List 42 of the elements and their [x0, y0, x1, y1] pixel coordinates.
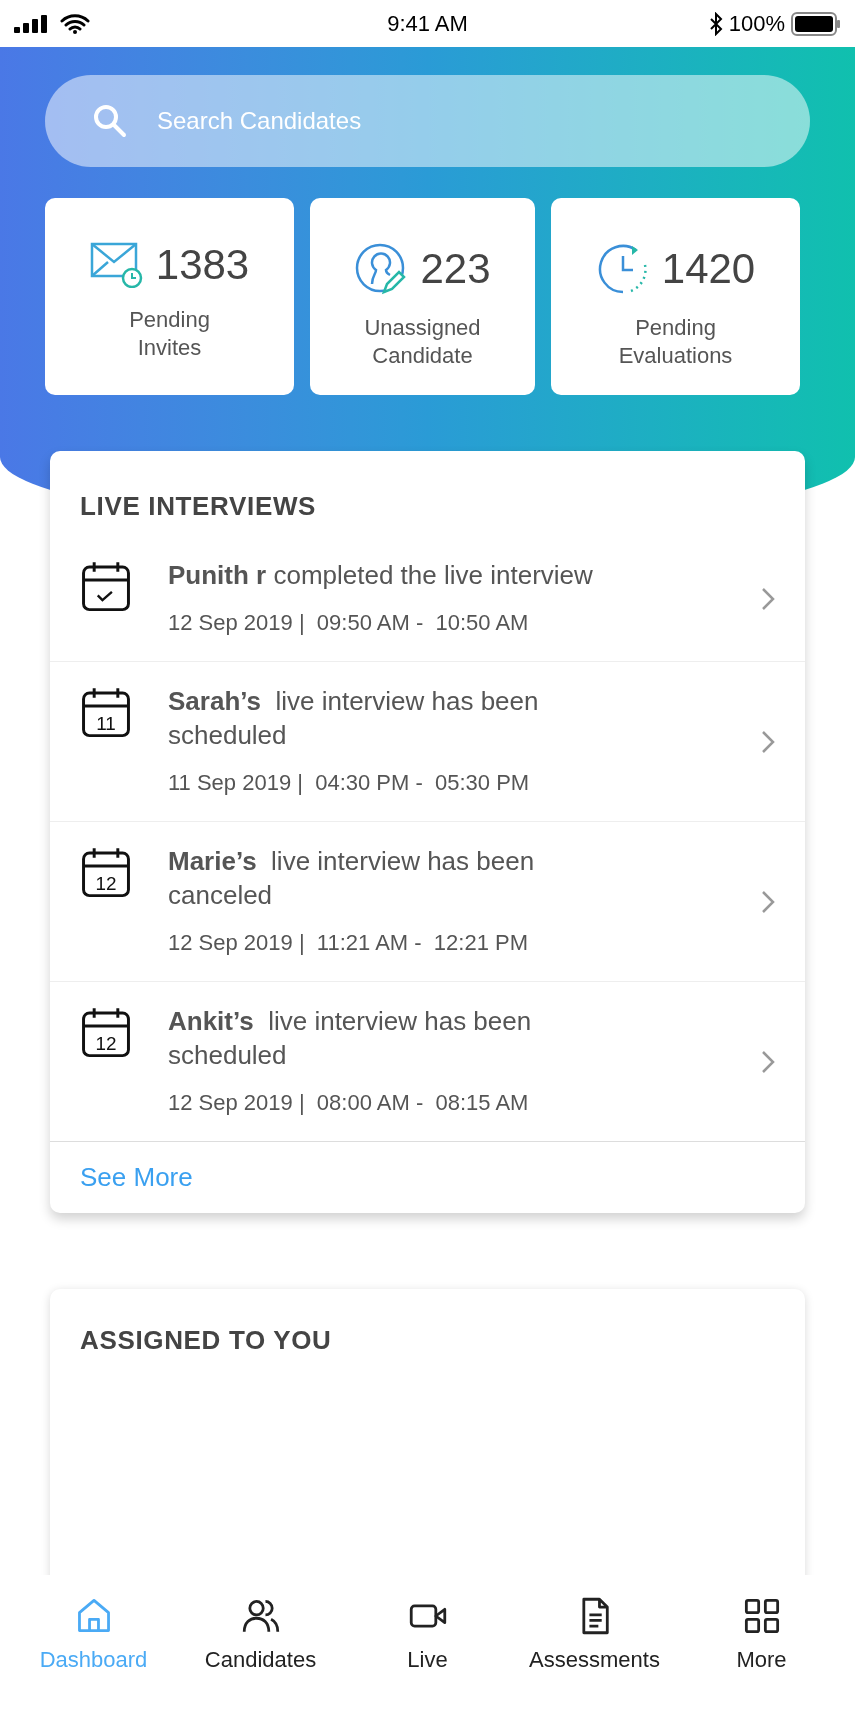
wifi-icon [60, 13, 90, 34]
search-field[interactable]: Search Candidates [45, 75, 810, 167]
tab-bar-item[interactable]: More [681, 1597, 842, 1676]
interview-time: 12 Sep 2019 | 09:50 AM - 10:50 AM [168, 609, 530, 637]
interview-row[interactable]: 12 Ankit’s live interview has been scheduled 12 Sep 2019 | 08:00 AM - 08:15 AM [50, 981, 805, 1141]
stat-label: Pending Evaluations [617, 314, 734, 370]
stat-label: Pending Invites [128, 306, 211, 362]
stat-count: 1383 [155, 244, 250, 286]
chevron-right-icon [761, 1049, 775, 1074]
bluetooth-icon [708, 11, 723, 36]
interview-message: Marie’s live interview has been canceled [168, 845, 536, 912]
interview-time: 12 Sep 2019 | 11:21 AM - 12:21 PM [168, 929, 529, 957]
interview-row[interactable]: 11 Sarah’s live interview has been scheduled 11 Sep 2019 | 04:30 PM - 05:30 PM [50, 661, 805, 821]
stat-card[interactable]: 1383 Pending Invites [45, 198, 294, 395]
stat-card[interactable]: 1420 Pending Evaluations [551, 198, 800, 395]
stat-count: 1420 [661, 248, 756, 290]
tab-bar-item[interactable]: Live [347, 1597, 508, 1676]
section-title: LIVE INTERVIEWS [79, 490, 318, 523]
search-icon [93, 104, 127, 138]
stat-count: 223 [420, 248, 491, 290]
calendar-icon [80, 560, 132, 612]
battery-percentage: 100% [728, 10, 785, 38]
interview-message: Sarah’s live interview has been scheduled [168, 685, 540, 752]
chevron-right-icon [761, 586, 775, 611]
section-title: ASSIGNED TO YOU [80, 1324, 333, 1357]
interview-time: 11 Sep 2019 | 04:30 PM - 05:30 PM [168, 769, 531, 797]
stat-card[interactable]: 223 Unassigned Candidate [310, 198, 535, 395]
interview-row[interactable]: Punith r completed the live interview 12 Sep 2019 | 09:50 AM - 10:50 AM [50, 536, 805, 661]
people-icon [241, 1597, 280, 1635]
envelope-clock-icon [89, 242, 144, 288]
chevron-right-icon [761, 729, 775, 754]
chevron-right-icon [761, 889, 775, 914]
tab-bar-item[interactable]: Assessments [514, 1597, 675, 1676]
interview-message: Punith r completed the live interview [168, 559, 594, 592]
battery-icon [791, 11, 841, 36]
interview-message: Ankit’s live interview has been scheduled [168, 1005, 533, 1072]
grid-icon [742, 1597, 781, 1635]
tab-bar-item[interactable]: Candidates [180, 1597, 341, 1676]
stat-label: Unassigned Candidate [363, 314, 482, 370]
status-time: 9:41 AM [387, 10, 468, 38]
interview-time: 12 Sep 2019 | 08:00 AM - 08:15 AM [168, 1089, 530, 1117]
interview-row[interactable]: 12 Marie’s live interview has been canceled 12 Sep 2019 | 11:21 AM - 12:21 PM [50, 821, 805, 981]
